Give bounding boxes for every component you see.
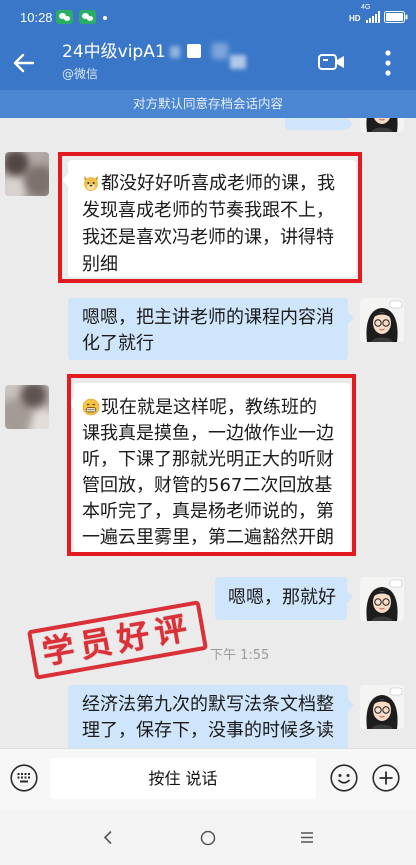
hd-indicator: HD xyxy=(349,14,361,23)
chat-area[interactable]: 都没好好听喜成老师的课，我 发现喜成老师的节奏我跟不上， 我还是喜欢冯老师的课，… xyxy=(0,118,416,748)
hold-to-talk-button[interactable]: 按住 说话 xyxy=(50,758,316,799)
system-nav-bar xyxy=(0,810,416,865)
avatar-mosaic xyxy=(5,385,49,429)
video-call-icon[interactable] xyxy=(318,53,346,71)
chat-title[interactable]: 24中级vipA1 xyxy=(62,42,166,63)
archive-notice-banner: 对方默认同意存档会话内容 xyxy=(0,90,416,118)
message-bubble[interactable]: 经济法第九次的默写法条文档整 理了，保存下，没事的时候多读 xyxy=(68,685,354,748)
signal-icon xyxy=(366,11,380,23)
plus-icon[interactable] xyxy=(372,764,400,792)
notification-dot-icon xyxy=(103,16,107,20)
contact-avatar[interactable] xyxy=(5,152,49,196)
redaction-block xyxy=(170,46,180,58)
message-bubble[interactable]: 嗯嗯，那就好 xyxy=(215,577,353,620)
chat-header: 24中级vipA1 @微信 xyxy=(0,35,416,90)
message-timestamp: 下午 1:55 xyxy=(210,648,270,663)
redaction-block xyxy=(230,55,246,69)
message-bubble[interactable]: 嗯嗯，把主讲老师的课程内容消 化了就行 xyxy=(68,298,354,360)
chat-subtitle: @微信 xyxy=(62,67,99,81)
highlight-box xyxy=(67,374,356,556)
status-bar: 10:28 HD 4G xyxy=(0,0,416,35)
cartoon-girl-avatar-icon xyxy=(360,577,404,621)
cartoon-girl-avatar-icon xyxy=(360,298,404,342)
message-text-line: 经济法第九次的默写法条文档整 xyxy=(82,694,334,715)
nav-home-icon[interactable] xyxy=(200,830,216,846)
avatar-mosaic xyxy=(5,152,49,196)
wechat-icon xyxy=(56,10,73,24)
emoji-icon[interactable] xyxy=(330,764,358,792)
partial-message-bubble[interactable] xyxy=(285,118,353,130)
input-bar: 按住 说话 xyxy=(0,748,416,810)
user-avatar[interactable] xyxy=(360,685,404,729)
nav-back-icon[interactable] xyxy=(102,830,114,845)
redaction-block xyxy=(212,43,228,59)
user-avatar[interactable] xyxy=(360,118,404,132)
nav-menu-icon[interactable] xyxy=(300,831,314,844)
status-time: 10:28 xyxy=(20,10,53,25)
back-arrow-icon[interactable] xyxy=(12,51,36,75)
cartoon-girl-avatar-icon xyxy=(360,118,404,132)
redaction-block xyxy=(187,44,201,58)
keyboard-icon[interactable] xyxy=(10,764,38,792)
highlight-box xyxy=(58,152,362,283)
message-text-line: 理了，保存下，没事的时候多读 xyxy=(82,720,334,741)
more-vertical-icon[interactable] xyxy=(384,50,392,76)
wechat-icon xyxy=(79,10,96,24)
cartoon-girl-avatar-icon xyxy=(360,685,404,729)
review-stamp: 学员好评 xyxy=(26,600,209,680)
message-text-line: 嗯嗯，那就好 xyxy=(228,587,336,608)
user-avatar[interactable] xyxy=(360,577,404,621)
user-avatar[interactable] xyxy=(360,298,404,342)
contact-avatar[interactable] xyxy=(5,385,49,429)
message-text-line: 化了就行 xyxy=(82,333,154,354)
battery-icon xyxy=(384,11,408,23)
message-text-line: 嗯嗯，把主讲老师的课程内容消 xyxy=(82,307,334,328)
